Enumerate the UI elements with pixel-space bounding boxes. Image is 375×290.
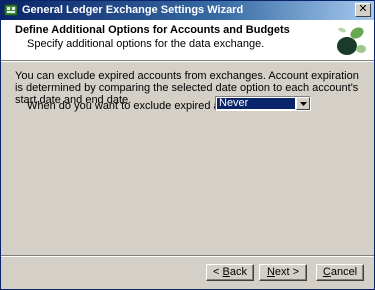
page-title: Define Additional Options for Accounts a… bbox=[15, 24, 290, 36]
back-button-prefix: < bbox=[213, 266, 223, 278]
window-title: General Ledger Exchange Settings Wizard bbox=[22, 4, 244, 16]
chevron-down-icon bbox=[300, 102, 307, 106]
close-button[interactable]: ✕ bbox=[355, 3, 371, 17]
cancel-button-accel: C bbox=[322, 266, 331, 278]
back-button[interactable]: < Back bbox=[206, 264, 254, 281]
back-button-accel: B bbox=[222, 266, 230, 278]
header-divider bbox=[1, 61, 374, 62]
close-icon: ✕ bbox=[358, 3, 368, 15]
page-subtitle: Specify additional options for the data … bbox=[27, 38, 265, 50]
footer-divider-highlight bbox=[1, 256, 374, 257]
ledger-app-icon bbox=[4, 3, 18, 17]
next-button[interactable]: Next > bbox=[259, 264, 307, 281]
cancel-button-label: ancel bbox=[330, 266, 358, 278]
next-button-accel: N bbox=[266, 266, 275, 278]
next-button-label: ext > bbox=[274, 266, 300, 278]
wizard-logo-icon bbox=[332, 22, 368, 58]
exclude-expired-select-value: Never bbox=[217, 98, 295, 109]
dropdown-arrow-button[interactable] bbox=[296, 97, 310, 110]
back-button-label: ack bbox=[229, 266, 247, 278]
exclude-expired-select[interactable]: Never bbox=[215, 96, 311, 111]
wizard-header: Define Additional Options for Accounts a… bbox=[1, 20, 374, 61]
title-bar[interactable]: General Ledger Exchange Settings Wizard … bbox=[1, 1, 374, 20]
wizard-window: General Ledger Exchange Settings Wizard … bbox=[0, 0, 375, 290]
cancel-button[interactable]: Cancel bbox=[316, 264, 364, 281]
